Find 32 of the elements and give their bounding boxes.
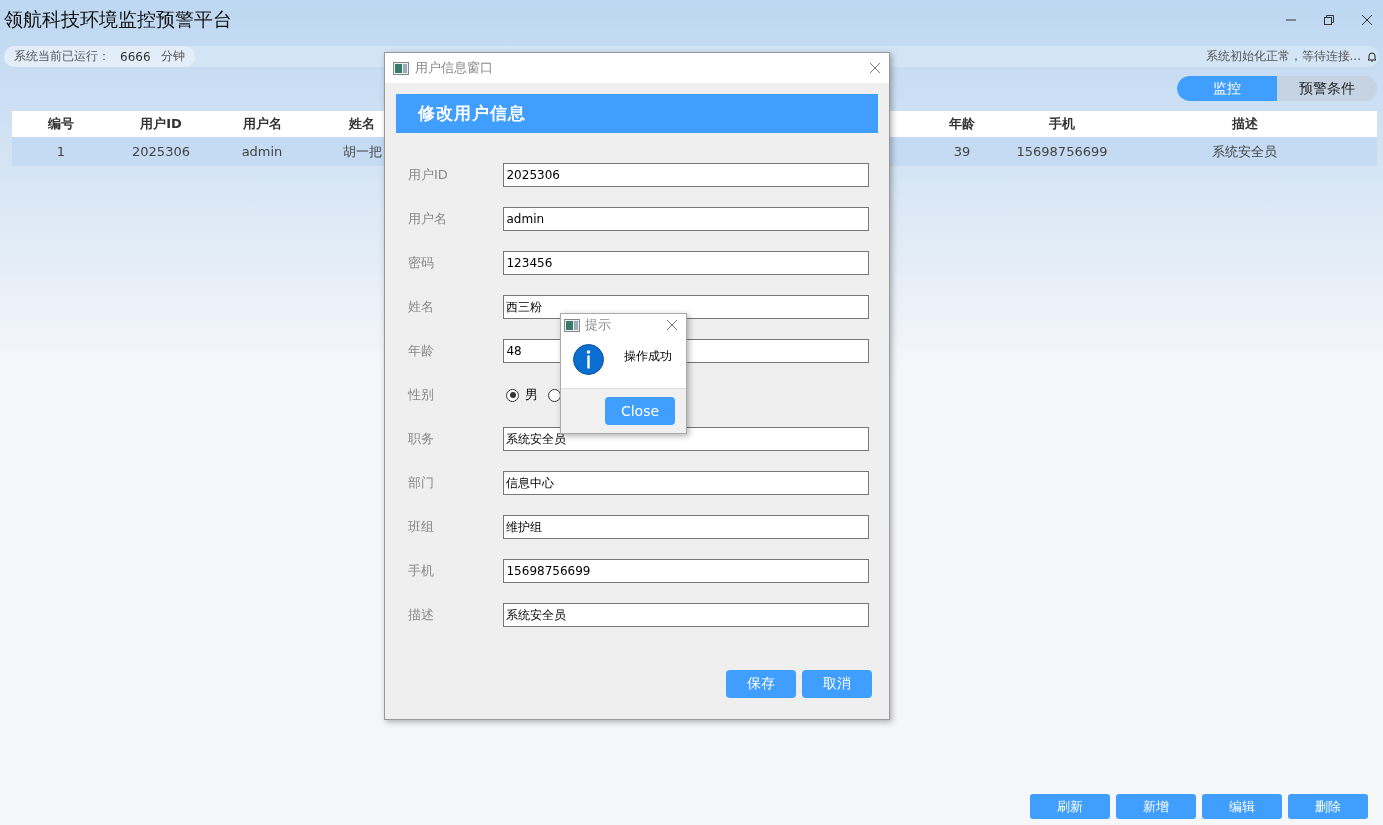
column-header: 描述 [1230, 115, 1259, 133]
field-label: 密码 [408, 254, 435, 272]
uptime-badge: 系统当前已运行： 6666 分钟 [4, 46, 195, 67]
table-cell-text: 39 [952, 144, 972, 159]
table-cell-text: 系统安全员 [1211, 142, 1278, 161]
table-cell-text: admin [240, 144, 284, 159]
field-label: 姓名 [408, 298, 435, 316]
column-header: 年龄 [948, 115, 976, 133]
column-header: 手机 [1048, 115, 1076, 133]
column-header: 姓名 [348, 115, 376, 133]
field-label: 年龄 [408, 342, 435, 360]
table-cell-text: 15698756699 [1015, 144, 1109, 159]
field-label: 描述 [408, 606, 435, 624]
field-label: 班组 [408, 518, 435, 536]
column-header: 用户名 [241, 115, 283, 133]
field-label: 用户ID [408, 166, 449, 184]
message-text: 操作成功 [624, 348, 672, 365]
dialog-title: 用户信息窗口 [415, 59, 493, 77]
field-label: 手机 [408, 562, 435, 580]
field-label: 性别 [408, 386, 435, 404]
field-label: 部门 [408, 474, 435, 492]
field-label: 职务 [408, 430, 435, 448]
table-cell-text: 2025306 [131, 144, 191, 159]
table-cell-text: 胡一把 [341, 142, 383, 161]
field-label: 用户名 [408, 210, 448, 228]
status-message: 系统初始化正常，等待连接... [1205, 48, 1361, 65]
window-title: 领航科技环境监控预警平台 [4, 7, 232, 32]
column-header: 用户ID [139, 115, 183, 133]
table-cell-text: 1 [55, 144, 67, 159]
message-box-title: 提示 [585, 316, 611, 334]
form-heading: 修改用户信息 [396, 94, 878, 133]
column-header: 编号 [47, 115, 75, 133]
